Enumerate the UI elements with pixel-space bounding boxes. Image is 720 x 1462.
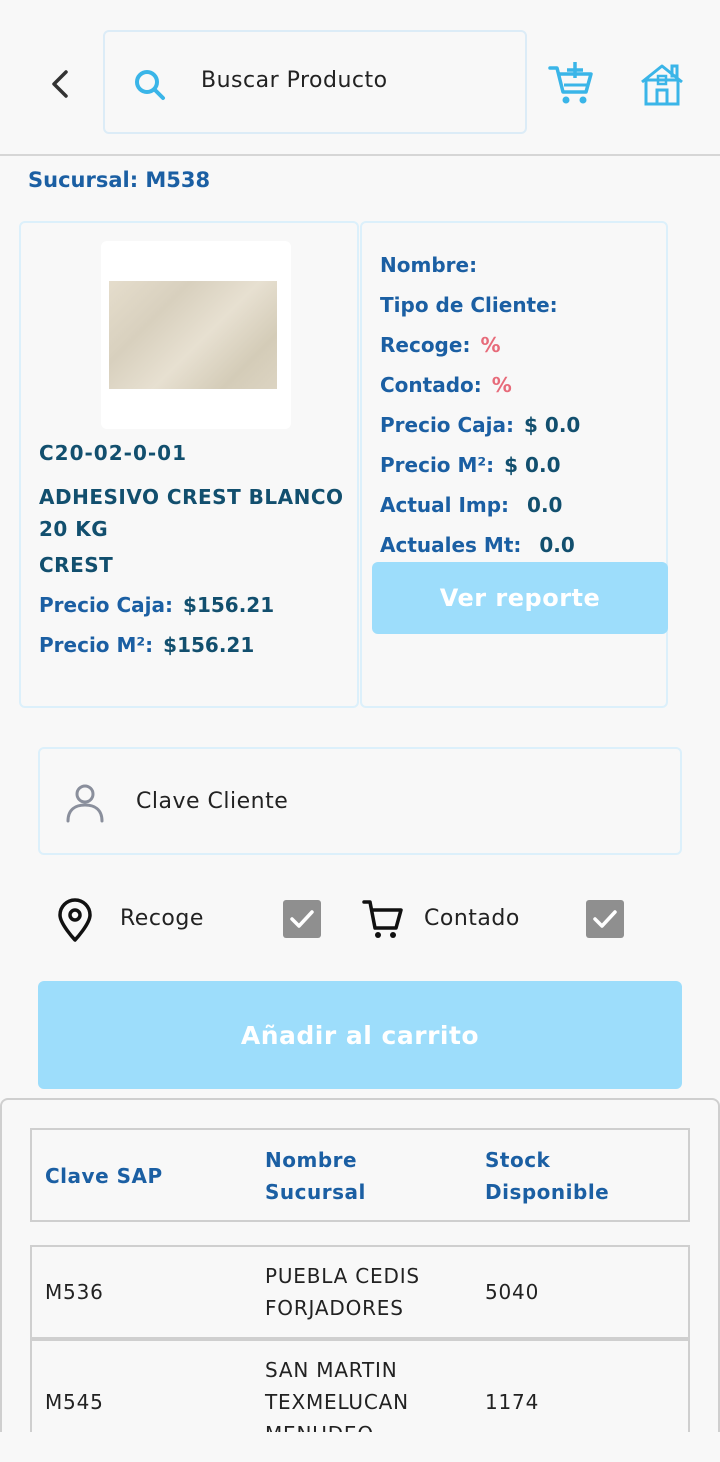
bottom-safe-area <box>0 1432 720 1462</box>
info-contado-label: Contado: <box>380 373 482 397</box>
info-actual-imp-label: Actual Imp: <box>380 493 510 517</box>
back-button[interactable] <box>40 62 80 106</box>
product-image-frame <box>101 241 291 429</box>
info-name-label: Nombre: <box>380 253 478 277</box>
info-price-box: Precio Caja: $ 0.0 <box>380 413 580 437</box>
info-contado-value: % <box>491 373 512 397</box>
product-price-box: Precio Caja: $156.21 <box>39 593 274 617</box>
chevron-left-icon <box>52 70 68 98</box>
product-price-m2: Precio M²: $156.21 <box>39 633 254 657</box>
search-placeholder: Buscar Producto <box>201 68 388 93</box>
add-cart-button[interactable] <box>546 58 596 108</box>
product-card: C20-02-0-01 ADHESIVO CREST BLANCO 20 KG … <box>19 221 359 708</box>
view-report-button[interactable]: Ver reporte <box>372 562 668 634</box>
branch-label: Sucursal: M538 <box>28 168 211 192</box>
user-icon <box>66 784 104 823</box>
client-key-input[interactable]: Clave Cliente <box>38 747 682 855</box>
table-row[interactable]: M536 PUEBLA CEDIS FORJADORES 5040 <box>30 1245 690 1339</box>
search-icon <box>135 70 165 100</box>
header: Buscar Producto <box>0 0 720 156</box>
contado-checkbox[interactable] <box>586 900 624 938</box>
info-actual-mt-value: 0.0 <box>539 533 575 557</box>
info-actual-mt: Actuales Mt: 0.0 <box>380 533 575 557</box>
info-recoge-value: % <box>480 333 501 357</box>
contado-option-label: Contado <box>424 906 520 931</box>
recoge-option-label: Recoge <box>120 906 204 931</box>
add-to-cart-button[interactable]: Añadir al carrito <box>38 981 682 1089</box>
cell-stock: 5040 <box>485 1280 540 1304</box>
product-name: ADHESIVO CREST BLANCO 20 KG <box>39 485 344 541</box>
client-key-placeholder: Clave Cliente <box>136 789 289 814</box>
info-recoge: Recoge:% <box>380 333 501 357</box>
header-clave-sap: Clave SAP <box>45 1164 163 1188</box>
price-box-label: Precio Caja: <box>39 593 174 617</box>
stock-table-header: Clave SAP Nombre Sucursal Stock Disponib… <box>30 1128 690 1222</box>
cart-plus-icon <box>548 62 593 104</box>
header-stock-disponible: Stock Disponible <box>485 1148 610 1204</box>
info-name: Nombre: <box>380 253 477 277</box>
client-info-card: Nombre: Tipo de Cliente: Recoge:% Contad… <box>360 221 668 708</box>
info-price-m2: Precio M²: $ 0.0 <box>380 453 560 477</box>
cell-clave: M536 <box>45 1280 104 1304</box>
search-input[interactable]: Buscar Producto <box>103 30 527 134</box>
location-pin-icon <box>58 898 92 942</box>
product-image <box>109 281 277 389</box>
cart-icon <box>362 900 403 938</box>
info-actual-mt-label: Actuales Mt: <box>380 533 522 557</box>
info-actual-imp: Actual Imp: 0.0 <box>380 493 562 517</box>
price-m2-label: Precio M²: <box>39 633 154 657</box>
info-price-box-value: $ 0.0 <box>524 413 581 437</box>
info-client-type-label: Tipo de Cliente: <box>380 293 558 317</box>
home-button[interactable] <box>638 60 688 110</box>
product-brand: CREST <box>39 553 114 577</box>
product-code: C20-02-0-01 <box>39 441 187 465</box>
checkmark-icon <box>593 910 617 928</box>
recoge-checkbox[interactable] <box>283 900 321 938</box>
cell-clave: M545 <box>45 1390 104 1414</box>
info-client-type: Tipo de Cliente: <box>380 293 558 317</box>
cell-nombre: PUEBLA CEDIS FORJADORES <box>265 1264 420 1320</box>
cell-stock: 1174 <box>485 1390 540 1414</box>
product-detail-screen: Buscar Producto Sucursal: M538 C20-02-0-… <box>0 0 720 1462</box>
checkmark-icon <box>290 910 314 928</box>
info-price-box-label: Precio Caja: <box>380 413 515 437</box>
home-icon <box>641 64 683 106</box>
price-m2-value: $156.21 <box>163 633 255 657</box>
info-recoge-label: Recoge: <box>380 333 471 357</box>
info-price-m2-label: Precio M²: <box>380 453 495 477</box>
info-contado: Contado:% <box>380 373 512 397</box>
price-box-value: $156.21 <box>183 593 275 617</box>
info-actual-imp-value: 0.0 <box>527 493 563 517</box>
info-price-m2-value: $ 0.0 <box>504 453 561 477</box>
header-nombre-sucursal: Nombre Sucursal <box>265 1148 366 1204</box>
